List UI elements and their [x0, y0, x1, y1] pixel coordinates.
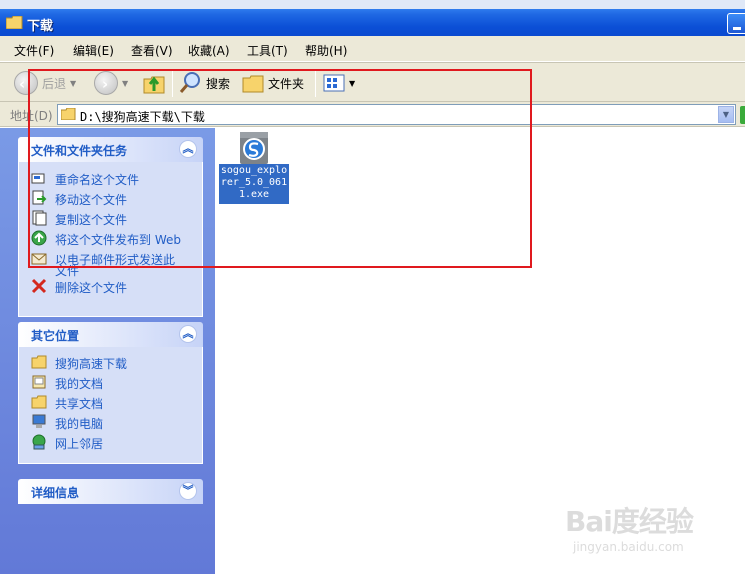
task-copy[interactable]: 复制这个文件: [19, 208, 202, 228]
task-email[interactable]: 以电子邮件形式发送此 文件: [19, 248, 202, 278]
back-arrow-icon: ‹: [14, 71, 38, 95]
file-name[interactable]: sogou_explo rer_5.0_061 1.exe: [219, 164, 289, 204]
place-sogou-download[interactable]: 搜狗高速下载: [19, 352, 202, 372]
place-label[interactable]: 网上邻居: [55, 435, 103, 452]
menu-view[interactable]: 查看(V): [131, 42, 173, 59]
address-field[interactable]: D:\搜狗高速下载\下载 ▼: [57, 104, 736, 125]
place-my-computer[interactable]: 我的电脑: [19, 412, 202, 432]
move-icon: [32, 190, 47, 205]
folder-icon: [31, 355, 47, 369]
search-icon: [179, 72, 200, 93]
task-label[interactable]: 删除这个文件: [55, 279, 127, 296]
rename-icon: [31, 173, 45, 184]
forward-dropdown-icon[interactable]: ▼: [122, 79, 128, 88]
file-tasks-header[interactable]: 文件和文件夹任务 ︽: [18, 137, 203, 162]
file-tasks-body: 重命名这个文件 移动这个文件 复制这个文件 将这个文件发布到 Web 以电子邮件…: [18, 162, 203, 317]
search-button[interactable]: 搜索: [178, 69, 230, 97]
my-computer-icon: [32, 414, 46, 428]
menu-file[interactable]: 文件(F): [14, 42, 54, 59]
file-tasks-panel: 文件和文件夹任务 ︽ 重命名这个文件 移动这个文件 复制这个文件 将这个文件发布…: [18, 137, 203, 317]
go-button[interactable]: [740, 106, 745, 124]
back-button[interactable]: ‹ 后退 ▼: [14, 69, 76, 97]
file-name-line: 1.exe: [238, 189, 270, 200]
task-move[interactable]: 移动这个文件: [19, 188, 202, 208]
views-button[interactable]: ▼: [323, 69, 355, 97]
network-icon: [32, 434, 46, 450]
place-network[interactable]: 网上邻居: [19, 432, 202, 452]
folders-button[interactable]: 文件夹: [242, 69, 304, 97]
other-places-body: 搜狗高速下载 我的文档 共享文档 我的电脑 网上邻居: [18, 347, 203, 464]
task-label[interactable]: 将这个文件发布到 Web: [55, 231, 181, 248]
file-name-line: sogou_explo: [220, 165, 288, 176]
details-panel: 详细信息 ︾: [18, 479, 203, 504]
email-icon: [31, 253, 47, 265]
place-label[interactable]: 我的电脑: [55, 415, 103, 432]
sogou-explorer-icon: [240, 132, 268, 164]
forward-arrow-icon: ›: [94, 71, 118, 95]
place-my-documents[interactable]: 我的文档: [19, 372, 202, 392]
file-item[interactable]: sogou_explo rer_5.0_061 1.exe: [219, 130, 289, 206]
toolbar: ‹ 后退 ▼ › ▼ 搜索 文件夹 ▼: [0, 62, 745, 102]
folder-icon: [6, 16, 23, 29]
file-name-line: rer_5.0_061: [220, 177, 288, 188]
folder-icon: [61, 108, 76, 120]
back-label: 后退: [42, 76, 67, 91]
other-places-panel: 其它位置 ︽ 搜狗高速下载 我的文档 共享文档 我的电脑 网上邻居: [18, 322, 203, 464]
task-publish-web[interactable]: 将这个文件发布到 Web: [19, 228, 202, 248]
task-pane: 文件和文件夹任务 ︽ 重命名这个文件 移动这个文件 复制这个文件 将这个文件发布…: [0, 128, 215, 574]
menu-edit[interactable]: 编辑(E): [73, 42, 114, 59]
collapse-chevron-icon[interactable]: ︽: [179, 325, 197, 343]
details-title: 详细信息: [31, 486, 80, 500]
minimize-button[interactable]: [727, 13, 745, 34]
task-label[interactable]: 移动这个文件: [55, 191, 127, 208]
views-dropdown-icon[interactable]: ▼: [349, 79, 355, 88]
address-dropdown-icon[interactable]: ▼: [718, 106, 734, 123]
other-places-title: 其它位置: [31, 329, 80, 343]
menu-tools[interactable]: 工具(T): [247, 42, 288, 59]
folders-label: 文件夹: [268, 76, 305, 91]
folders-icon: [242, 75, 264, 93]
task-delete[interactable]: 删除这个文件: [19, 276, 202, 296]
address-path: D:\搜狗高速下载\下载: [80, 110, 205, 124]
views-icon: [323, 74, 345, 92]
my-documents-icon: [32, 375, 46, 389]
place-label[interactable]: 共享文档: [55, 395, 103, 412]
place-label[interactable]: 我的文档: [55, 375, 103, 392]
file-tasks-title: 文件和文件夹任务: [31, 144, 128, 158]
menu-help[interactable]: 帮助(H): [305, 42, 347, 59]
back-dropdown-icon[interactable]: ▼: [70, 79, 76, 88]
copy-icon: [32, 210, 47, 226]
place-shared-documents[interactable]: 共享文档: [19, 392, 202, 412]
window-title: 下载: [27, 19, 54, 34]
toolbar-separator: [315, 69, 316, 97]
task-label[interactable]: 重命名这个文件: [55, 171, 139, 188]
up-folder-button[interactable]: [142, 69, 166, 97]
other-places-header[interactable]: 其它位置 ︽: [18, 322, 203, 347]
expand-chevron-icon[interactable]: ︾: [179, 482, 197, 500]
menu-bar: 文件(F) 编辑(E) 查看(V) 收藏(A) 工具(T) 帮助(H): [0, 36, 745, 62]
up-folder-icon: [143, 76, 165, 94]
collapse-chevron-icon[interactable]: ︽: [179, 140, 197, 158]
search-label: 搜索: [206, 76, 231, 91]
address-label: 地址(D): [10, 109, 53, 123]
watermark-main: Bai度经验: [565, 505, 694, 538]
toolbar-separator: [172, 69, 173, 97]
menu-favorites[interactable]: 收藏(A): [188, 42, 230, 59]
publish-web-icon: [31, 230, 47, 246]
window-top-strip: [0, 0, 745, 9]
details-header[interactable]: 详细信息 ︾: [18, 479, 203, 504]
delete-icon: [31, 278, 47, 294]
address-bar: 地址(D) D:\搜狗高速下载\下载 ▼: [0, 102, 745, 127]
shared-folder-icon: [31, 395, 47, 409]
watermark-url: jingyan.baidu.com: [573, 540, 684, 554]
forward-button[interactable]: › ▼: [94, 69, 128, 97]
task-rename[interactable]: 重命名这个文件: [19, 168, 202, 188]
place-label[interactable]: 搜狗高速下载: [55, 355, 127, 372]
title-bar: 下载: [0, 0, 745, 36]
task-label[interactable]: 复制这个文件: [55, 211, 127, 228]
baidu-jingyan-watermark: Bai度经验 jingyan.baidu.com: [565, 500, 694, 554]
